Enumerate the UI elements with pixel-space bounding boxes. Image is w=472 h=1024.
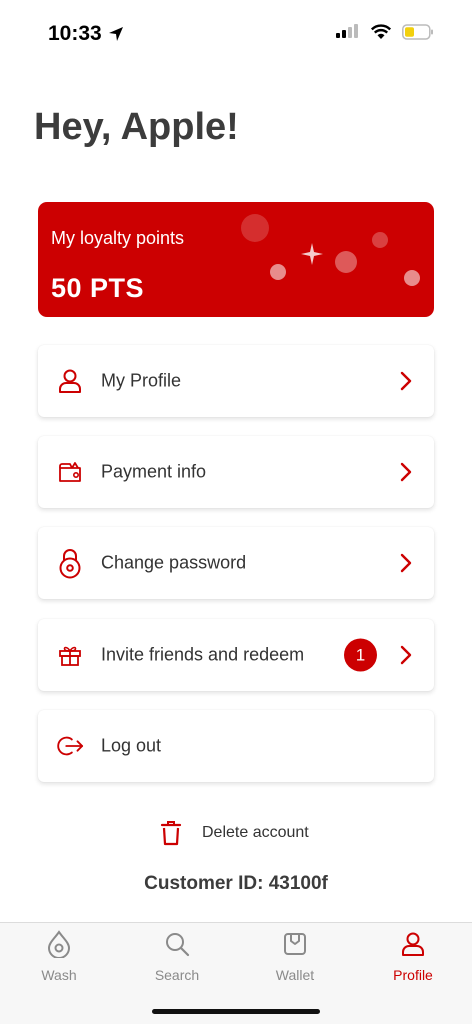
chevron-right-icon xyxy=(400,462,412,482)
decorative-bubble xyxy=(404,270,420,286)
tab-label: Profile xyxy=(393,967,433,983)
menu-item-label: Payment info xyxy=(101,461,207,482)
search-icon xyxy=(162,929,192,959)
delete-account-label: Delete account xyxy=(202,824,309,841)
menu-item-label: Change password xyxy=(101,552,247,573)
status-time: 10:33 xyxy=(48,22,124,46)
menu-item-change-password[interactable]: Change password xyxy=(38,527,434,599)
menu-item-my-profile[interactable]: My Profile xyxy=(38,345,434,417)
logout-icon xyxy=(56,732,84,760)
lock-icon xyxy=(56,549,84,579)
gift-icon xyxy=(56,641,84,669)
trash-icon xyxy=(160,821,182,846)
chevron-right-icon xyxy=(400,645,412,665)
loyalty-points-value: 50 PTS xyxy=(51,273,145,303)
user-icon xyxy=(398,929,428,959)
user-icon xyxy=(56,367,84,395)
decorative-bubble xyxy=(372,232,388,248)
tab-wash[interactable]: Wash xyxy=(0,923,118,993)
decorative-bubble xyxy=(241,214,269,242)
menu-item-label: My Profile xyxy=(101,370,182,391)
tab-search[interactable]: Search xyxy=(118,923,236,993)
decorative-bubble xyxy=(335,251,357,273)
cellular-signal-icon xyxy=(336,24,358,38)
decorative-bubble xyxy=(270,264,286,280)
tab-label: Wash xyxy=(41,967,77,983)
status-bar: 10:33 xyxy=(0,0,472,70)
location-arrow-icon xyxy=(108,27,123,41)
battery-icon xyxy=(402,24,433,40)
home-indicator xyxy=(152,1009,320,1014)
menu-item-label: Invite friends and redeem xyxy=(101,644,305,665)
wifi-icon xyxy=(370,24,392,39)
tab-label: Wallet xyxy=(275,967,315,983)
notification-badge: 1 xyxy=(344,638,377,672)
customer-id: Customer ID: 43100f xyxy=(144,873,328,894)
wallet-icon xyxy=(56,458,84,486)
menu-item-log-out[interactable]: Log out xyxy=(38,710,434,782)
menu-item-invite-friends[interactable]: Invite friends and redeem 1 xyxy=(38,619,434,691)
loyalty-points-card[interactable]: My loyalty points 50 PTS xyxy=(38,202,434,317)
delete-account-button[interactable]: Delete account xyxy=(160,820,309,846)
wallet-icon xyxy=(280,929,310,959)
page-title: Hey, Apple! xyxy=(34,106,239,148)
menu-item-label: Log out xyxy=(101,735,162,756)
drop-icon xyxy=(44,929,74,959)
status-time-text: 10:33 xyxy=(48,22,102,45)
tab-label: Search xyxy=(154,967,200,983)
chevron-right-icon xyxy=(400,371,412,391)
tab-profile[interactable]: Profile xyxy=(354,923,472,993)
loyalty-points-label: My loyalty points xyxy=(51,228,185,248)
tab-wallet[interactable]: Wallet xyxy=(236,923,354,993)
menu-item-payment-info[interactable]: Payment info xyxy=(38,436,434,508)
sparkle-icon xyxy=(301,243,323,265)
chevron-right-icon xyxy=(400,553,412,573)
status-icons xyxy=(336,24,434,40)
